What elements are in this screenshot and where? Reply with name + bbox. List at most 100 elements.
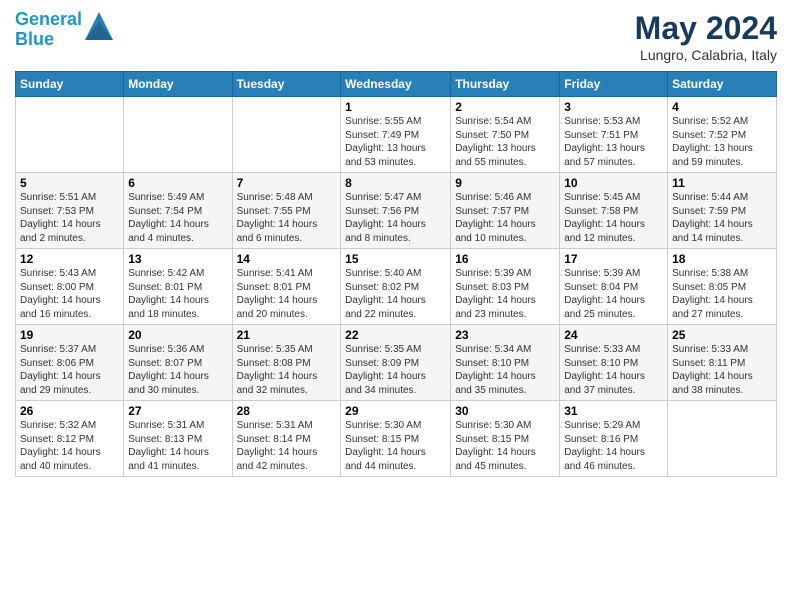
day-info: Sunrise: 5:35 AMSunset: 8:09 PMDaylight:…	[345, 343, 446, 397]
calendar-cell	[124, 97, 232, 173]
day-info: Sunrise: 5:31 AMSunset: 8:13 PMDaylight:…	[128, 419, 227, 473]
day-info: Sunrise: 5:29 AMSunset: 8:16 PMDaylight:…	[564, 419, 663, 473]
day-number: 15	[345, 252, 446, 266]
day-number: 11	[672, 176, 772, 190]
day-info: Sunrise: 5:38 AMSunset: 8:05 PMDaylight:…	[672, 267, 772, 321]
day-info: Sunrise: 5:42 AMSunset: 8:01 PMDaylight:…	[128, 267, 227, 321]
day-number: 3	[564, 100, 663, 114]
day-info: Sunrise: 5:39 AMSunset: 8:04 PMDaylight:…	[564, 267, 663, 321]
calendar-header-row: Sunday Monday Tuesday Wednesday Thursday…	[16, 72, 777, 97]
calendar-cell: 15Sunrise: 5:40 AMSunset: 8:02 PMDayligh…	[341, 249, 451, 325]
day-info: Sunrise: 5:32 AMSunset: 8:12 PMDaylight:…	[20, 419, 119, 473]
calendar-cell: 26Sunrise: 5:32 AMSunset: 8:12 PMDayligh…	[16, 401, 124, 477]
calendar-cell: 6Sunrise: 5:49 AMSunset: 7:54 PMDaylight…	[124, 173, 232, 249]
header-wednesday: Wednesday	[341, 72, 451, 97]
day-info: Sunrise: 5:33 AMSunset: 8:10 PMDaylight:…	[564, 343, 663, 397]
day-number: 22	[345, 328, 446, 342]
day-info: Sunrise: 5:55 AMSunset: 7:49 PMDaylight:…	[345, 115, 446, 169]
day-info: Sunrise: 5:33 AMSunset: 8:11 PMDaylight:…	[672, 343, 772, 397]
day-number: 19	[20, 328, 119, 342]
day-number: 18	[672, 252, 772, 266]
logo-text: General Blue	[15, 10, 113, 50]
day-number: 24	[564, 328, 663, 342]
day-number: 28	[237, 404, 337, 418]
day-number: 9	[455, 176, 555, 190]
location: Lungro, Calabria, Italy	[635, 47, 777, 63]
header-thursday: Thursday	[451, 72, 560, 97]
day-number: 4	[672, 100, 772, 114]
calendar-cell: 1Sunrise: 5:55 AMSunset: 7:49 PMDaylight…	[341, 97, 451, 173]
day-info: Sunrise: 5:35 AMSunset: 8:08 PMDaylight:…	[237, 343, 337, 397]
header-sunday: Sunday	[16, 72, 124, 97]
title-area: May 2024 Lungro, Calabria, Italy	[635, 10, 777, 63]
calendar-cell: 10Sunrise: 5:45 AMSunset: 7:58 PMDayligh…	[560, 173, 668, 249]
day-number: 1	[345, 100, 446, 114]
day-info: Sunrise: 5:34 AMSunset: 8:10 PMDaylight:…	[455, 343, 555, 397]
day-info: Sunrise: 5:44 AMSunset: 7:59 PMDaylight:…	[672, 191, 772, 245]
header: General Blue May 2024 Lungro, Calabria, …	[15, 10, 777, 63]
calendar-cell: 22Sunrise: 5:35 AMSunset: 8:09 PMDayligh…	[341, 325, 451, 401]
day-info: Sunrise: 5:51 AMSunset: 7:53 PMDaylight:…	[20, 191, 119, 245]
day-info: Sunrise: 5:31 AMSunset: 8:14 PMDaylight:…	[237, 419, 337, 473]
header-monday: Monday	[124, 72, 232, 97]
calendar-cell	[16, 97, 124, 173]
calendar-cell: 13Sunrise: 5:42 AMSunset: 8:01 PMDayligh…	[124, 249, 232, 325]
calendar-cell	[232, 97, 341, 173]
day-info: Sunrise: 5:45 AMSunset: 7:58 PMDaylight:…	[564, 191, 663, 245]
calendar-cell: 7Sunrise: 5:48 AMSunset: 7:55 PMDaylight…	[232, 173, 341, 249]
calendar-cell: 24Sunrise: 5:33 AMSunset: 8:10 PMDayligh…	[560, 325, 668, 401]
day-number: 27	[128, 404, 227, 418]
day-number: 23	[455, 328, 555, 342]
day-number: 6	[128, 176, 227, 190]
day-info: Sunrise: 5:39 AMSunset: 8:03 PMDaylight:…	[455, 267, 555, 321]
day-number: 13	[128, 252, 227, 266]
day-number: 17	[564, 252, 663, 266]
day-number: 30	[455, 404, 555, 418]
day-info: Sunrise: 5:48 AMSunset: 7:55 PMDaylight:…	[237, 191, 337, 245]
calendar-cell	[668, 401, 777, 477]
calendar-week-2: 5Sunrise: 5:51 AMSunset: 7:53 PMDaylight…	[16, 173, 777, 249]
day-info: Sunrise: 5:41 AMSunset: 8:01 PMDaylight:…	[237, 267, 337, 321]
day-info: Sunrise: 5:53 AMSunset: 7:51 PMDaylight:…	[564, 115, 663, 169]
day-number: 31	[564, 404, 663, 418]
calendar-cell: 9Sunrise: 5:46 AMSunset: 7:57 PMDaylight…	[451, 173, 560, 249]
day-info: Sunrise: 5:40 AMSunset: 8:02 PMDaylight:…	[345, 267, 446, 321]
header-friday: Friday	[560, 72, 668, 97]
day-number: 10	[564, 176, 663, 190]
day-info: Sunrise: 5:46 AMSunset: 7:57 PMDaylight:…	[455, 191, 555, 245]
calendar-cell: 11Sunrise: 5:44 AMSunset: 7:59 PMDayligh…	[668, 173, 777, 249]
day-number: 2	[455, 100, 555, 114]
day-info: Sunrise: 5:49 AMSunset: 7:54 PMDaylight:…	[128, 191, 227, 245]
logo: General Blue	[15, 10, 113, 50]
day-number: 29	[345, 404, 446, 418]
month-title: May 2024	[635, 10, 777, 47]
calendar-cell: 27Sunrise: 5:31 AMSunset: 8:13 PMDayligh…	[124, 401, 232, 477]
calendar-cell: 3Sunrise: 5:53 AMSunset: 7:51 PMDaylight…	[560, 97, 668, 173]
logo-blue: Blue	[15, 29, 54, 49]
calendar-cell: 17Sunrise: 5:39 AMSunset: 8:04 PMDayligh…	[560, 249, 668, 325]
day-info: Sunrise: 5:37 AMSunset: 8:06 PMDaylight:…	[20, 343, 119, 397]
calendar-cell: 8Sunrise: 5:47 AMSunset: 7:56 PMDaylight…	[341, 173, 451, 249]
calendar-cell: 18Sunrise: 5:38 AMSunset: 8:05 PMDayligh…	[668, 249, 777, 325]
calendar-cell: 19Sunrise: 5:37 AMSunset: 8:06 PMDayligh…	[16, 325, 124, 401]
calendar-cell: 14Sunrise: 5:41 AMSunset: 8:01 PMDayligh…	[232, 249, 341, 325]
calendar-cell: 2Sunrise: 5:54 AMSunset: 7:50 PMDaylight…	[451, 97, 560, 173]
day-number: 21	[237, 328, 337, 342]
day-info: Sunrise: 5:36 AMSunset: 8:07 PMDaylight:…	[128, 343, 227, 397]
day-number: 16	[455, 252, 555, 266]
calendar-cell: 23Sunrise: 5:34 AMSunset: 8:10 PMDayligh…	[451, 325, 560, 401]
page: General Blue May 2024 Lungro, Calabria, …	[0, 0, 792, 487]
calendar-cell: 20Sunrise: 5:36 AMSunset: 8:07 PMDayligh…	[124, 325, 232, 401]
day-info: Sunrise: 5:52 AMSunset: 7:52 PMDaylight:…	[672, 115, 772, 169]
header-tuesday: Tuesday	[232, 72, 341, 97]
calendar-cell: 12Sunrise: 5:43 AMSunset: 8:00 PMDayligh…	[16, 249, 124, 325]
day-info: Sunrise: 5:30 AMSunset: 8:15 PMDaylight:…	[455, 419, 555, 473]
logo-general: General	[15, 9, 82, 29]
day-number: 5	[20, 176, 119, 190]
calendar-week-3: 12Sunrise: 5:43 AMSunset: 8:00 PMDayligh…	[16, 249, 777, 325]
calendar-week-1: 1Sunrise: 5:55 AMSunset: 7:49 PMDaylight…	[16, 97, 777, 173]
header-saturday: Saturday	[668, 72, 777, 97]
calendar-cell: 5Sunrise: 5:51 AMSunset: 7:53 PMDaylight…	[16, 173, 124, 249]
day-info: Sunrise: 5:43 AMSunset: 8:00 PMDaylight:…	[20, 267, 119, 321]
calendar-cell: 31Sunrise: 5:29 AMSunset: 8:16 PMDayligh…	[560, 401, 668, 477]
